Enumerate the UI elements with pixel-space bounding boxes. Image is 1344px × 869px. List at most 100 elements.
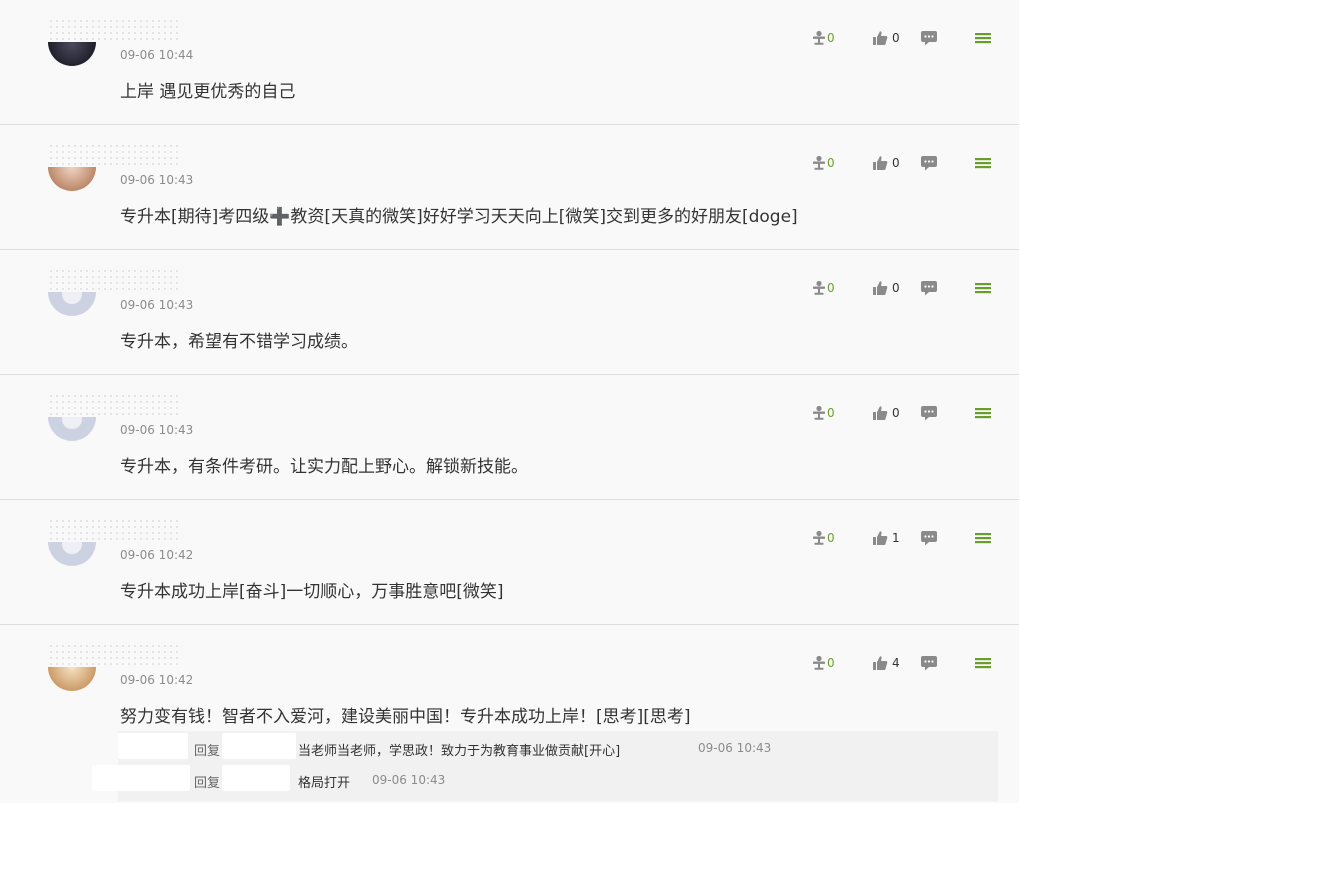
avatar[interactable]	[48, 42, 96, 66]
reply-button[interactable]	[920, 278, 938, 298]
username-mask	[48, 18, 180, 42]
reply-user-mask	[92, 765, 190, 791]
reward-count: 0	[827, 156, 835, 170]
reward-icon	[813, 530, 825, 545]
reply-item: 回复 当老师当老师，学思政！致力于为教育事业做贡献[开心] 09-06 10:4…	[118, 731, 998, 763]
thumbs-up-icon	[873, 31, 888, 45]
more-menu-button[interactable]	[974, 153, 992, 173]
comment-bubble-icon	[921, 656, 937, 671]
menu-icon	[975, 283, 991, 294]
username-mask	[48, 393, 180, 417]
reply-button[interactable]	[920, 28, 938, 48]
avatar[interactable]	[48, 417, 96, 441]
thumbs-up-icon	[873, 156, 888, 170]
more-menu-button[interactable]	[974, 403, 992, 423]
reward-button[interactable]: 0	[812, 28, 835, 48]
thumbs-up-icon	[873, 531, 888, 545]
more-menu-button[interactable]	[974, 653, 992, 673]
comment-feed: 09-06 10:44 上岸 遇见更优秀的自己 0 0 09-06 10:43 …	[0, 0, 1019, 803]
reward-button[interactable]: 0	[812, 278, 835, 298]
menu-icon	[975, 408, 991, 419]
comment-bubble-icon	[921, 531, 937, 546]
comment-item: 09-06 10:44 上岸 遇见更优秀的自己 0 0	[0, 0, 1019, 125]
reply-button[interactable]	[920, 403, 938, 423]
reply-time: 09-06 10:43	[372, 773, 446, 787]
avatar[interactable]	[48, 167, 96, 191]
more-menu-button[interactable]	[974, 528, 992, 548]
avatar[interactable]	[48, 667, 96, 691]
comment-bubble-icon	[921, 406, 937, 421]
reward-icon	[813, 405, 825, 420]
username-mask	[48, 518, 180, 542]
reply-target-mask	[222, 733, 296, 759]
reply-prefix: 回复	[194, 744, 221, 759]
like-button[interactable]: 1	[872, 528, 900, 548]
username-mask	[48, 643, 180, 667]
reward-count: 0	[827, 31, 835, 45]
like-button[interactable]: 0	[872, 403, 900, 423]
reward-count: 0	[827, 406, 835, 420]
comment-time: 09-06 10:43	[120, 423, 194, 437]
comment-item: 09-06 10:42 专升本成功上岸[奋斗]一切顺心，万事胜意吧[微笑] 0 …	[0, 500, 1019, 625]
reward-button[interactable]: 0	[812, 528, 835, 548]
comment-text: 努力变有钱！智者不入爱河，建设美丽中国！专升本成功上岸！[思考][思考]	[120, 707, 691, 727]
comment-text: 专升本，有条件考研。让实力配上野心。解锁新技能。	[120, 457, 528, 477]
comment-text: 专升本[期待]考四级➕教资[天真的微笑]好好学习天天向上[微笑]交到更多的好朋友…	[120, 207, 798, 227]
reply-target-mask	[222, 765, 290, 791]
like-count: 1	[892, 531, 900, 545]
reply-list: 回复 当老师当老师，学思政！致力于为教育事业做贡献[开心] 09-06 10:4…	[92, 731, 998, 801]
comment-time: 09-06 10:43	[120, 173, 194, 187]
comment-time: 09-06 10:42	[120, 548, 194, 562]
like-button[interactable]: 0	[872, 153, 900, 173]
reward-count: 0	[827, 656, 835, 670]
like-button[interactable]: 0	[872, 28, 900, 48]
menu-icon	[975, 158, 991, 169]
comment-text: 专升本成功上岸[奋斗]一切顺心，万事胜意吧[微笑]	[120, 582, 504, 602]
reward-count: 0	[827, 281, 835, 295]
reward-icon	[813, 155, 825, 170]
like-count: 0	[892, 406, 900, 420]
like-button[interactable]: 0	[872, 278, 900, 298]
comment-time: 09-06 10:44	[120, 48, 194, 62]
reward-button[interactable]: 0	[812, 653, 835, 673]
comment-text: 专升本，希望有不错学习成绩。	[120, 332, 358, 352]
reply-text: 格局打开	[298, 776, 351, 791]
comment-text: 上岸 遇见更优秀的自己	[120, 82, 296, 102]
reply-time: 09-06 10:43	[698, 741, 772, 755]
reply-button[interactable]	[920, 153, 938, 173]
like-count: 0	[892, 31, 900, 45]
reward-button[interactable]: 0	[812, 403, 835, 423]
menu-icon	[975, 658, 991, 669]
reply-button[interactable]	[920, 653, 938, 673]
comment-bubble-icon	[921, 281, 937, 296]
avatar[interactable]	[48, 542, 96, 566]
reward-icon	[813, 280, 825, 295]
like-count: 0	[892, 281, 900, 295]
reward-count: 0	[827, 531, 835, 545]
reply-button[interactable]	[920, 528, 938, 548]
thumbs-up-icon	[873, 656, 888, 670]
more-menu-button[interactable]	[974, 28, 992, 48]
like-count: 4	[892, 656, 900, 670]
avatar[interactable]	[48, 292, 96, 316]
thumbs-up-icon	[873, 281, 888, 295]
reply-item: 回复 格局打开 09-06 10:43	[92, 763, 998, 795]
comment-item: 09-06 10:43 专升本，有条件考研。让实力配上野心。解锁新技能。 0 0	[0, 375, 1019, 500]
reward-icon	[813, 655, 825, 670]
comment-item: 09-06 10:43 专升本[期待]考四级➕教资[天真的微笑]好好学习天天向上…	[0, 125, 1019, 250]
comment-item: 09-06 10:43 专升本，希望有不错学习成绩。 0 0	[0, 250, 1019, 375]
reply-prefix: 回复	[194, 776, 221, 791]
comment-time: 09-06 10:42	[120, 673, 194, 687]
comment-time: 09-06 10:43	[120, 298, 194, 312]
comment-item: 09-06 10:42 努力变有钱！智者不入爱河，建设美丽中国！专升本成功上岸！…	[0, 625, 1019, 803]
reply-text: 当老师当老师，学思政！致力于为教育事业做贡献[开心]	[298, 744, 621, 759]
reward-icon	[813, 30, 825, 45]
reward-button[interactable]: 0	[812, 153, 835, 173]
like-button[interactable]: 4	[872, 653, 900, 673]
username-mask	[48, 143, 180, 167]
reply-user-mask	[118, 733, 188, 759]
more-menu-button[interactable]	[974, 278, 992, 298]
comment-bubble-icon	[921, 156, 937, 171]
menu-icon	[975, 33, 991, 44]
comment-bubble-icon	[921, 31, 937, 46]
